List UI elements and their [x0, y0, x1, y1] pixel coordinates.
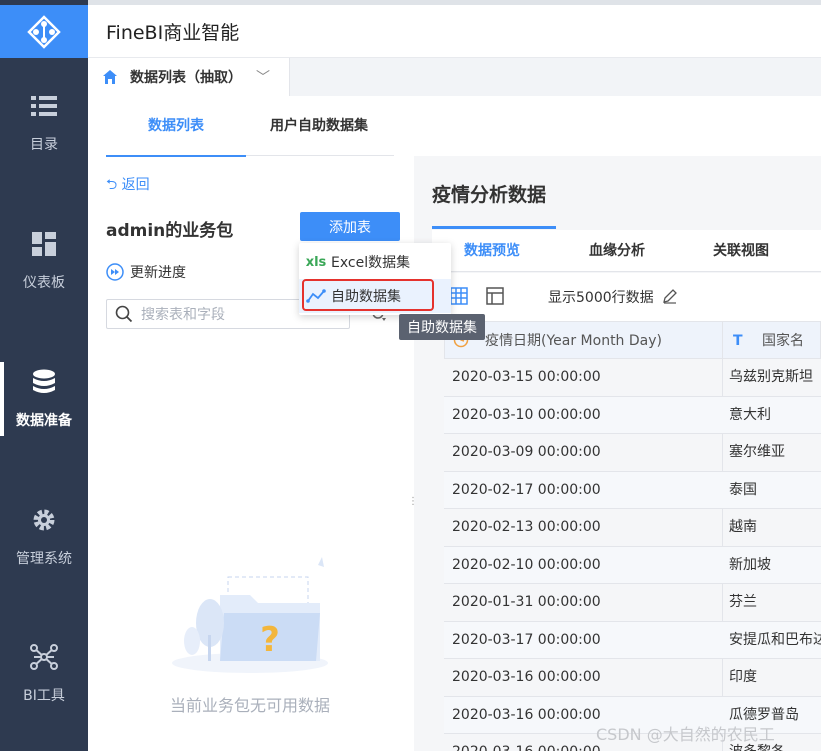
excel-icon: xls: [305, 254, 327, 270]
table-row: 2020-02-13 00:00:00 越南: [444, 509, 821, 547]
table-row: 2020-03-10 00:00:00 意大利: [444, 396, 821, 434]
tab-lineage[interactable]: 血缘分析: [589, 230, 645, 272]
nav-item-catalog[interactable]: 目录: [0, 58, 88, 188]
cell-country: 印度: [729, 669, 757, 685]
back-label: 返回: [121, 177, 150, 193]
tab-data-list[interactable]: 数据列表（抽取） ﹀: [88, 58, 290, 96]
chevron-down-icon[interactable]: ﹀: [256, 67, 270, 87]
tab-data-list-panel[interactable]: 数据列表: [106, 108, 246, 157]
dataset-title: 疫情分析数据: [432, 184, 547, 206]
gear-icon: [30, 506, 58, 534]
table-row: 2020-03-09 00:00:00 塞尔维亚: [444, 434, 821, 472]
logo-icon: [27, 14, 61, 49]
tab-strip: 数据列表（抽取） ﹀: [88, 58, 821, 96]
table-row: 2020-03-17 00:00:00 安提瓜和巴布达: [444, 621, 821, 659]
empty-folder-illustration: ?: [170, 555, 330, 675]
cell-country: 乌兹别克斯坦: [729, 369, 813, 385]
tab-relation-view[interactable]: 关联视图: [713, 230, 769, 272]
app-title: FineBI商业智能: [106, 21, 240, 44]
app-logo[interactable]: [0, 5, 88, 58]
fast-forward-icon: [106, 263, 124, 281]
preview-toolbar: 显示5000行数据: [432, 273, 821, 321]
nav-item-admin[interactable]: 管理系统: [0, 472, 88, 602]
update-progress-link[interactable]: 更新进度: [106, 262, 186, 282]
nav-label: 目录: [30, 137, 58, 153]
table-layout-icon[interactable]: [486, 287, 504, 309]
nav-item-data-prep[interactable]: 数据准备: [0, 334, 88, 464]
database-icon: [30, 368, 58, 396]
cell-date: 2020-02-17 00:00:00: [452, 481, 601, 498]
nav-label: 数据准备: [16, 413, 72, 429]
cell-country: 新加坡: [729, 556, 771, 573]
cell-date: 2020-02-13 00:00:00: [452, 519, 601, 535]
table-header: 疫情日期(Year Month Day) T 国家名: [444, 321, 821, 359]
table-row: 2020-01-31 00:00:00 芬兰: [444, 584, 821, 622]
table-row: 2020-02-17 00:00:00 泰国: [444, 471, 821, 509]
cell-country: 意大利: [729, 406, 771, 423]
update-progress-label: 更新进度: [130, 265, 186, 281]
table-row: 2020-03-16 00:00:00 印度: [444, 659, 821, 697]
menu-item-label: Excel数据集: [331, 255, 411, 271]
cell-date: 2020-03-17 00:00:00: [452, 631, 601, 648]
cell-date: 2020-01-31 00:00:00: [452, 594, 601, 610]
active-tab-indicator: [432, 226, 556, 229]
column-header-date[interactable]: 疫情日期(Year Month Day): [485, 322, 662, 360]
cell-country: 塞尔维亚: [729, 444, 785, 460]
preview-tabs: 数据预览 血缘分析 关联视图: [432, 226, 821, 272]
tooltip: 自助数据集: [399, 314, 485, 340]
menu-item-excel-dataset[interactable]: xls Excel数据集: [299, 245, 451, 279]
column-header-country[interactable]: 国家名: [762, 322, 804, 360]
grid-view-icon[interactable]: [450, 287, 468, 309]
cell-country: 安提瓜和巴布达: [729, 631, 821, 648]
tab-data-preview[interactable]: 数据预览: [464, 230, 520, 272]
nav-label: 管理系统: [16, 551, 72, 567]
back-link[interactable]: ⮌ 返回: [106, 174, 150, 198]
empty-message: 当前业务包无可用数据: [169, 696, 330, 715]
package-title: admin的业务包: [106, 221, 234, 241]
svg-text:?: ?: [260, 620, 280, 660]
row-count-label: 显示5000行数据: [548, 290, 654, 306]
table-row: 2020-02-10 00:00:00 新加坡: [444, 546, 821, 584]
left-tabs: 数据列表 用户自助数据集: [106, 108, 394, 157]
dashboard-icon: [30, 230, 58, 258]
nav-item-dashboard[interactable]: 仪表板: [0, 196, 88, 326]
cell-date: 2020-03-10 00:00:00: [452, 406, 601, 423]
cell-date: 2020-02-10 00:00:00: [452, 556, 601, 573]
text-type-icon: T: [733, 333, 743, 349]
app-header: FineBI商业智能: [88, 5, 821, 58]
cell-date: 2020-03-16 00:00:00: [452, 669, 601, 685]
search-placeholder: 搜索表和字段: [141, 307, 225, 323]
watermark: CSDN @大自然的农民工: [596, 725, 775, 744]
cell-date: 2020-03-09 00:00:00: [452, 444, 601, 460]
nav-label: 仪表板: [23, 275, 65, 291]
back-arrow-icon: ⮌: [106, 177, 118, 193]
tab-user-self-service[interactable]: 用户自助数据集: [270, 108, 368, 156]
search-icon: [115, 305, 133, 323]
cell-date: 2020-03-15 00:00:00: [452, 369, 601, 385]
cell-country: 泰国: [729, 481, 757, 498]
cell-country: 越南: [729, 519, 757, 535]
tab-label: 数据列表（抽取）: [130, 70, 242, 86]
table-row: 2020-03-15 00:00:00 乌兹别克斯坦: [444, 359, 821, 397]
add-table-button[interactable]: 添加表: [300, 212, 400, 241]
cell-date: 2020-03-16 00:00:00: [452, 706, 601, 723]
cell-date: 2020-03-16 00:00:00: [452, 734, 601, 751]
highlight-box: [302, 279, 434, 311]
nav-item-bi-tools[interactable]: BI工具: [0, 609, 88, 739]
left-nav: 目录 仪表板 数据准备 管理系统 BI工具: [0, 0, 88, 751]
network-icon: [30, 643, 58, 671]
edit-icon: [663, 289, 678, 304]
list-icon: [30, 92, 58, 120]
home-icon: [103, 70, 117, 84]
cell-country: 芬兰: [729, 594, 757, 610]
row-count-control[interactable]: 显示5000行数据: [548, 287, 678, 307]
nav-label: BI工具: [23, 688, 65, 704]
